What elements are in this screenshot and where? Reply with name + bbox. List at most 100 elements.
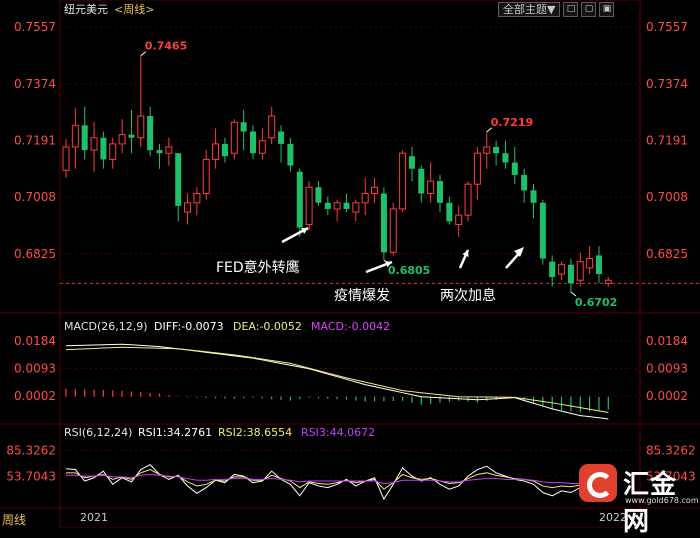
candle-body-down	[100, 137, 107, 160]
low-price-label: 0.6805	[388, 264, 430, 277]
candle-body-down	[380, 193, 387, 253]
theme-select[interactable]: 全部主题▼	[498, 2, 561, 17]
macd-tick-left: 0.0002	[14, 389, 56, 403]
candle-body-down	[128, 134, 135, 138]
price-tick-right: 0.7557	[646, 20, 688, 34]
macd-histogram	[65, 388, 609, 413]
candle-body-down	[511, 162, 518, 175]
window-split-icon[interactable]: ▢	[581, 2, 597, 17]
macd-dea-line	[65, 346, 609, 414]
window-restore-icon[interactable]: □	[563, 2, 579, 17]
candle-body-up	[586, 258, 594, 269]
macd-tick-left: 0.0093	[14, 361, 56, 375]
annotation-label: 两次加息	[440, 287, 496, 304]
price-tick-left: 0.7191	[14, 134, 56, 148]
watermark-url: www.gold678.com	[625, 496, 699, 505]
toolbar: 全部主题▼ □ ▢ ▣	[498, 2, 615, 17]
high-price-label: 0.7465	[145, 40, 187, 53]
candle-body-up	[604, 279, 612, 284]
price-tick-left: 0.7008	[14, 190, 56, 204]
rsi-tick-right: 85.3262	[646, 443, 696, 457]
candle-body-up	[361, 192, 369, 204]
candle-body-down	[595, 255, 602, 275]
price-tick-right: 0.6825	[646, 247, 688, 261]
candle-body-down	[408, 156, 415, 169]
candle-body-up	[62, 146, 70, 171]
candle-body-down	[530, 190, 537, 203]
high-price-label: 0.7219	[491, 116, 533, 129]
rsi-grid	[60, 449, 640, 477]
annotations: FED意外转鹰疫情爆发 两次加息	[216, 226, 524, 304]
symbol-title: 纽元美元	[64, 2, 108, 16]
macd-tick-left: 0.0184	[14, 334, 56, 348]
macd-value-label: MACD:-0.0042	[311, 320, 390, 333]
annotation-label: 疫情爆发	[334, 288, 390, 304]
candle-body-down	[493, 147, 500, 154]
candle-body-up	[305, 186, 313, 225]
price-tick-right: 0.7191	[646, 134, 688, 148]
macd-tick-right: 0.0093	[646, 361, 688, 375]
rsi-legend: RSI(6,12,24) RSI1:34.2761 RSI2:38.6554 R…	[64, 426, 375, 439]
price-tick-left: 0.7374	[14, 77, 56, 91]
candle-body-down	[315, 187, 322, 203]
candle-body-up	[268, 115, 276, 139]
rsi-tick-left: 53.7043	[6, 469, 56, 483]
candle-body-down	[240, 122, 247, 132]
candle-body-up	[464, 183, 472, 216]
right-axis: 0.7557 0.7374 0.7191 0.7008 0.6825 0.0184 0.00…	[646, 20, 696, 483]
candle-body-up	[483, 146, 491, 154]
rsi-tick-left: 85.3262	[6, 443, 56, 457]
candle-body-down	[521, 174, 528, 191]
rsi3-label: RSI3:44.0672	[301, 426, 375, 439]
candle-body-down	[81, 125, 88, 151]
candle-body-up	[455, 214, 463, 225]
price-tick-right: 0.7374	[646, 77, 688, 91]
macd-grid	[60, 340, 640, 397]
candle-body-down	[418, 168, 425, 194]
rsi-title: RSI(6,12,24)	[64, 426, 132, 439]
macd-diff-label: DIFF:-0.0073	[154, 320, 224, 333]
candle-body-up	[137, 115, 145, 139]
rsi1-label: RSI1:34.2761	[138, 426, 212, 439]
candle-body-down	[502, 153, 509, 163]
rsi2-label: RSI2:38.6554	[218, 426, 292, 439]
candle-body-up	[576, 261, 584, 281]
candle-body-down	[156, 150, 163, 154]
main-grid	[60, 26, 640, 255]
window-maximize-icon[interactable]: ▣	[599, 2, 615, 17]
candle-body-down	[147, 116, 154, 151]
low-price-label: 0.6702	[575, 296, 617, 309]
candle-body-down	[250, 131, 256, 154]
candle-body-down	[296, 171, 303, 228]
candle-body-down	[549, 261, 556, 278]
candle-body-up	[118, 134, 126, 145]
candle-body-up	[230, 121, 238, 154]
candle-body-up	[90, 137, 98, 151]
candle-body-down	[437, 181, 443, 203]
candle-body-up	[212, 143, 220, 160]
candle-body-up	[399, 152, 407, 210]
annotation-label: FED意外转鹰	[216, 259, 300, 276]
candle-body-down	[324, 202, 331, 209]
macd-diff-line	[65, 343, 609, 420]
candle-body-up	[371, 186, 379, 194]
candle-body-up	[165, 146, 173, 154]
candle-body-down	[539, 202, 546, 259]
rsi1-line	[65, 463, 609, 501]
period-tab[interactable]: 周线	[2, 511, 26, 528]
macd-dea-label: DEA:-0.0052	[233, 320, 302, 333]
price-tick-right: 0.7008	[646, 190, 688, 204]
candle-body-up	[193, 192, 201, 204]
macd-tick-right: 0.0184	[646, 334, 688, 348]
left-axis: 0.7557 0.7374 0.7191 0.7008 0.6825 0.0184 0.00…	[6, 20, 56, 483]
candle-body-down	[221, 143, 228, 157]
period-title: <周线>	[114, 2, 154, 16]
x-label-2021: 2021	[80, 511, 108, 524]
candle-body-up	[352, 202, 360, 213]
candle-body-down	[278, 131, 285, 144]
candlestick-series	[62, 55, 612, 292]
macd-tick-right: 0.0002	[646, 389, 688, 403]
candle-body-up	[473, 152, 481, 185]
candle-body-up	[558, 264, 566, 275]
candle-body-up	[258, 140, 266, 154]
